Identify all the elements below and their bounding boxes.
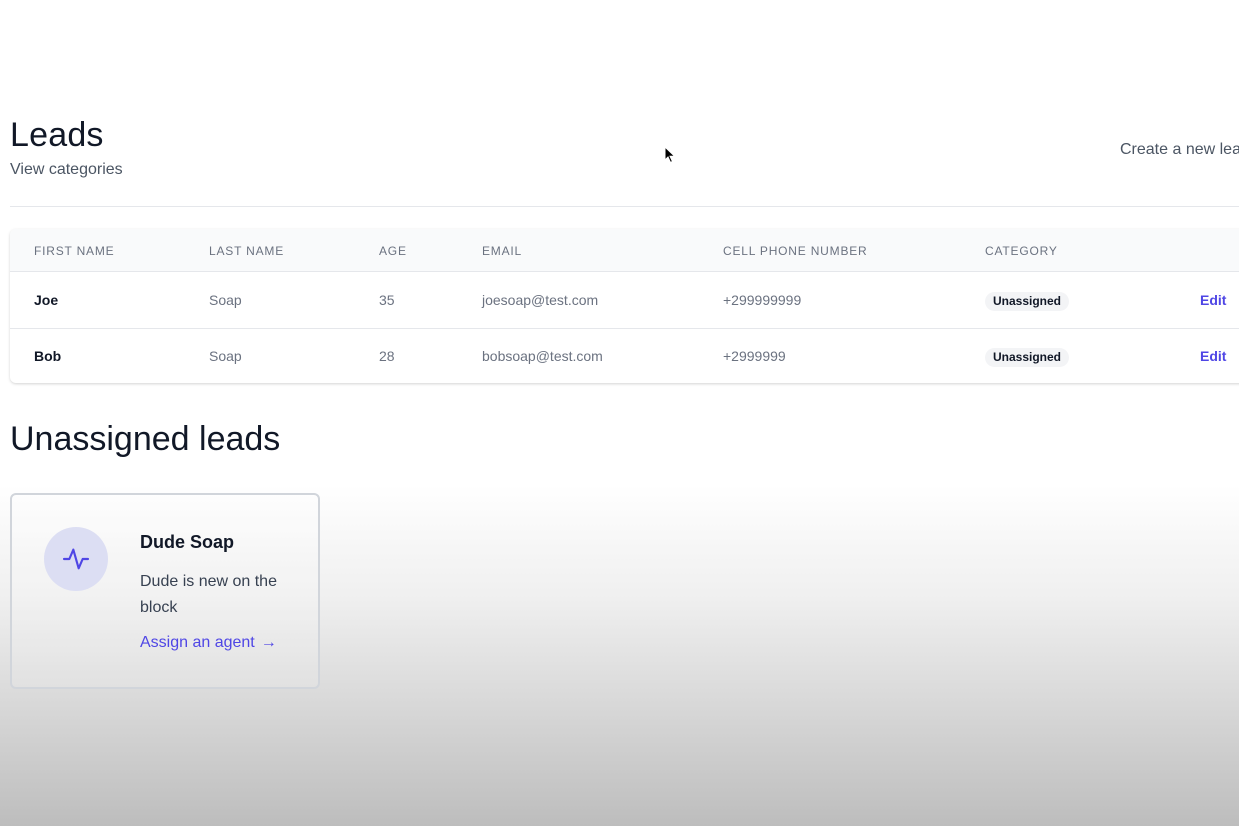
activity-icon	[62, 548, 90, 570]
cell-phone: +2999999	[723, 348, 786, 364]
cell-email: bobsoap@test.com	[482, 348, 603, 364]
lead-description: Dude is new on the block	[140, 573, 277, 616]
assign-agent-link[interactable]: Assign an agent →	[140, 634, 277, 652]
table-header: FIRST NAME LAST NAME AGE EMAIL CELL PHON…	[10, 229, 1239, 272]
header-divider	[10, 206, 1239, 207]
column-header-cell-phone: CELL PHONE NUMBER	[723, 244, 868, 258]
cell-first-name: Bob	[34, 348, 62, 364]
table-row: Joe Soap 35 joesoap@test.com +299999999 …	[10, 272, 1239, 329]
page-title: Leads	[10, 116, 104, 154]
cell-first-name: Joe	[34, 292, 59, 308]
table-row: Bob Soap 28 bobsoap@test.com +2999999 Un…	[10, 328, 1239, 383]
leads-table: FIRST NAME LAST NAME AGE EMAIL CELL PHON…	[10, 229, 1239, 383]
unassigned-lead-card: Dude Soap Dude is new on the block Assig…	[10, 493, 320, 689]
view-categories-link[interactable]: View categories	[10, 161, 123, 179]
column-header-first-name: FIRST NAME	[34, 244, 115, 258]
mouse-pointer-icon	[664, 146, 676, 164]
cell-last-name: Soap	[209, 292, 242, 308]
cell-age: 35	[379, 292, 395, 308]
lead-icon-container	[44, 527, 108, 591]
cell-phone: +299999999	[723, 292, 802, 308]
column-header-last-name: LAST NAME	[209, 244, 284, 258]
column-header-email: EMAIL	[482, 244, 523, 258]
create-lead-link[interactable]: Create a new lea	[1120, 141, 1239, 159]
edit-link[interactable]: Edit	[1200, 348, 1226, 364]
unassigned-leads-title: Unassigned leads	[10, 420, 281, 458]
edit-link[interactable]: Edit	[1200, 292, 1226, 308]
column-header-category: CATEGORY	[985, 244, 1058, 258]
category-badge: Unassigned	[985, 348, 1070, 367]
assign-agent-label: Assign an agent	[140, 634, 255, 651]
category-badge: Unassigned	[985, 292, 1070, 311]
cell-email: joesoap@test.com	[482, 292, 599, 308]
arrow-right-icon: →	[260, 634, 277, 651]
cell-age: 28	[379, 348, 395, 364]
cell-last-name: Soap	[209, 348, 242, 364]
lead-name: Dude Soap	[140, 532, 235, 552]
column-header-age: AGE	[379, 244, 407, 258]
